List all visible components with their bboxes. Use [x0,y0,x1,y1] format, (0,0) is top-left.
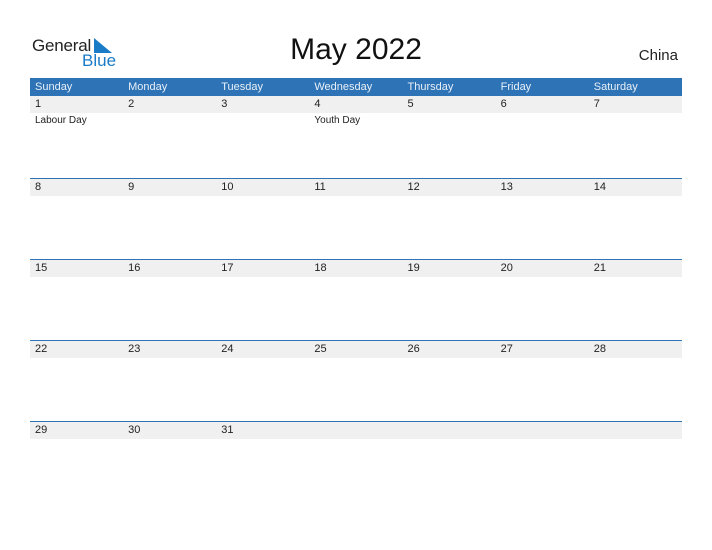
weekday-header: Sunday Monday Tuesday Wednesday Thursday… [30,78,682,96]
event-row [30,358,682,359]
holiday-label [216,439,309,440]
day-number: 19 [407,262,420,274]
holiday-label [123,113,216,127]
day-number: 21 [593,262,606,274]
holiday-label [123,277,216,278]
week-row: 22 23 24 25 26 27 28 [30,340,682,422]
day-number-strip: 8 9 10 11 12 13 14 [30,179,682,196]
weekday-monday: Monday [128,81,168,93]
holiday-label [216,358,309,359]
day-number: 17 [221,262,234,274]
event-row [30,196,682,197]
day-number: 4 [314,98,321,110]
day-number-strip: 1 2 3 4 5 6 7 [30,96,682,113]
holiday-label [309,196,402,197]
weekday-saturday: Saturday [593,81,638,93]
day-number-strip: 15 16 17 18 19 20 21 [30,260,682,277]
holiday-label [403,113,496,127]
holiday-label [589,196,682,197]
day-number: 30 [128,424,141,436]
holiday-label [30,196,123,197]
holiday-label [403,439,496,440]
holiday-label [589,277,682,278]
holiday-label [589,358,682,359]
day-number [496,422,589,439]
holiday-label [123,439,216,440]
event-row [30,439,682,440]
event-row: Labour Day Youth Day [30,113,682,127]
day-number: 29 [35,424,48,436]
weekday-tuesday: Tuesday [221,81,264,93]
day-number [309,422,402,439]
day-number: 8 [35,181,42,193]
holiday-label [309,277,402,278]
holiday-label: Youth Day [314,115,361,126]
holiday-label [589,113,682,127]
day-number: 31 [221,424,234,436]
calendar-title: May 2022 [290,33,422,66]
day-number: 2 [128,98,135,110]
day-number [403,422,496,439]
holiday-label [589,439,682,440]
holiday-label [496,439,589,440]
day-number: 28 [593,343,606,355]
holiday-label [403,196,496,197]
weekday-sunday: Sunday [35,81,73,93]
holiday-label [403,277,496,278]
day-number [589,422,682,439]
day-number: 27 [500,343,513,355]
day-number: 25 [314,343,327,355]
day-number: 24 [221,343,234,355]
week-row: 29 30 31 [30,421,682,503]
event-row [30,277,682,278]
holiday-label [309,358,402,359]
holiday-label [496,196,589,197]
holiday-label [496,358,589,359]
day-number-strip: 22 23 24 25 26 27 28 [30,341,682,358]
holiday-label: Labour Day [35,115,87,126]
holiday-label [123,358,216,359]
day-number: 15 [35,262,48,274]
holiday-label [123,196,216,197]
holiday-label [216,277,309,278]
country-label: China [638,47,678,64]
day-number: 1 [35,98,42,110]
day-number: 9 [128,181,135,193]
week-row: 1 2 3 4 5 6 7 Labour Day Youth Day [30,96,682,177]
weekday-thursday: Thursday [407,81,454,93]
day-number: 5 [407,98,414,110]
day-number: 3 [221,98,228,110]
day-number: 18 [314,262,327,274]
day-number: 6 [500,98,507,110]
day-number: 14 [593,181,606,193]
day-number: 16 [128,262,141,274]
holiday-label [30,439,123,440]
day-number: 11 [314,181,326,193]
holiday-label [216,196,309,197]
day-number: 7 [593,98,600,110]
holiday-label [496,113,589,127]
day-number: 10 [221,181,234,193]
holiday-label [403,358,496,359]
holiday-label [496,277,589,278]
day-number-strip: 29 30 31 [30,422,682,439]
holiday-label [309,439,402,440]
week-row: 8 9 10 11 12 13 14 [30,178,682,260]
day-number: 26 [407,343,420,355]
day-number: 22 [35,343,48,355]
holiday-label [30,358,123,359]
holiday-label [216,113,309,127]
week-row: 15 16 17 18 19 20 21 [30,259,682,341]
day-number: 23 [128,343,141,355]
calendar-grid: Sunday Monday Tuesday Wednesday Thursday… [30,78,682,439]
weekday-wednesday: Wednesday [314,81,373,93]
day-number: 12 [407,181,420,193]
weekday-friday: Friday [500,81,532,93]
holiday-label [30,277,123,278]
day-number: 13 [500,181,513,193]
day-number: 20 [500,262,513,274]
